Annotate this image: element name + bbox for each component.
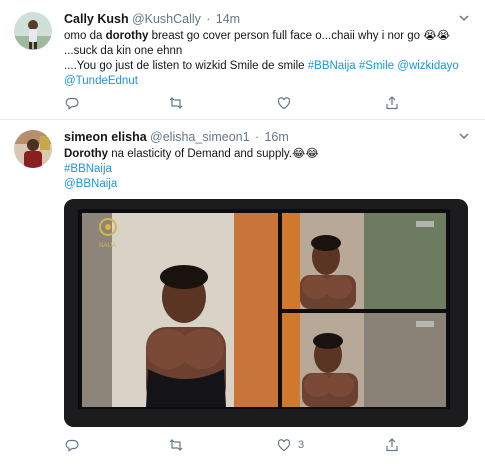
tweet-header: Cally Kush @KushCally · 14m [64, 11, 455, 27]
like-count: 3 [298, 439, 305, 451]
tweet-text-segment: breast go cover person full face o...cha… [148, 30, 451, 42]
hashtag-link[interactable]: #BBNaija [64, 163, 112, 175]
tweet-text-segment: na elasticity of Demand and supply.😂😂 [108, 148, 319, 160]
user-handle[interactable]: @elisha_simeon1 [150, 130, 250, 144]
tweet-photo[interactable]: NAIJA [64, 199, 468, 427]
share-button[interactable] [384, 436, 400, 454]
reply-button[interactable] [64, 436, 80, 454]
highlight-keyword: Dorothy [64, 148, 109, 160]
display-name[interactable]: Cally Kush [64, 12, 129, 26]
timestamp[interactable]: 16m [264, 130, 288, 144]
avatar[interactable] [14, 12, 52, 50]
retweet-button[interactable] [168, 94, 184, 112]
tv-logo-text: NAIJA [99, 243, 116, 249]
tweet-text-segment: omo da [64, 30, 106, 42]
timestamp[interactable]: 14m [216, 12, 240, 26]
mention-link[interactable]: @BBNaija [64, 178, 117, 190]
mention-link[interactable]: @TundeEdnut [64, 75, 138, 87]
retweet-button[interactable] [168, 436, 184, 454]
heart-icon [277, 439, 291, 452]
reply-icon [65, 439, 79, 452]
avatar[interactable] [14, 130, 52, 168]
hashtag-link[interactable]: #BBNaija [308, 60, 356, 72]
tweet[interactable]: simeon elisha @elisha_simeon1 · 16m Doro… [0, 121, 485, 464]
tweet[interactable]: Cally Kush @KushCally · 14m omo da dorot… [0, 0, 485, 120]
display-name[interactable]: simeon elisha [64, 130, 147, 144]
tweet-actions [64, 94, 404, 112]
reply-icon [65, 97, 79, 110]
separator-dot: · [206, 12, 211, 26]
chevron-down-icon[interactable] [457, 129, 471, 143]
share-icon [386, 96, 398, 110]
mention-link[interactable]: @wizkidayo [397, 60, 459, 72]
retweet-icon [169, 439, 183, 451]
tweet-header: simeon elisha @elisha_simeon1 · 16m [64, 129, 455, 145]
share-icon [386, 438, 398, 452]
heart-icon [277, 97, 291, 110]
retweet-icon [169, 97, 183, 109]
tweet-text: omo da dorothy breast go cover person fu… [64, 29, 471, 89]
highlight-keyword: dorothy [105, 30, 149, 42]
chevron-down-icon[interactable] [457, 11, 471, 25]
like-button[interactable]: 3 [276, 436, 304, 454]
tweet-text-segment: ....You go just de listen to wizkid Smil… [64, 60, 308, 72]
hashtag-link[interactable]: #Smile [359, 60, 394, 72]
separator-dot: · [254, 130, 260, 144]
tweet-actions: 3 [64, 436, 404, 454]
share-button[interactable] [384, 94, 400, 112]
tweet-text: Dorothy na elasticity of Demand and supp… [64, 147, 471, 192]
tweet-text-segment: ...suck da kin one ehnn [64, 45, 183, 57]
like-button[interactable] [276, 94, 298, 112]
user-handle[interactable]: @KushCally [132, 12, 201, 26]
reply-button[interactable] [64, 94, 80, 112]
